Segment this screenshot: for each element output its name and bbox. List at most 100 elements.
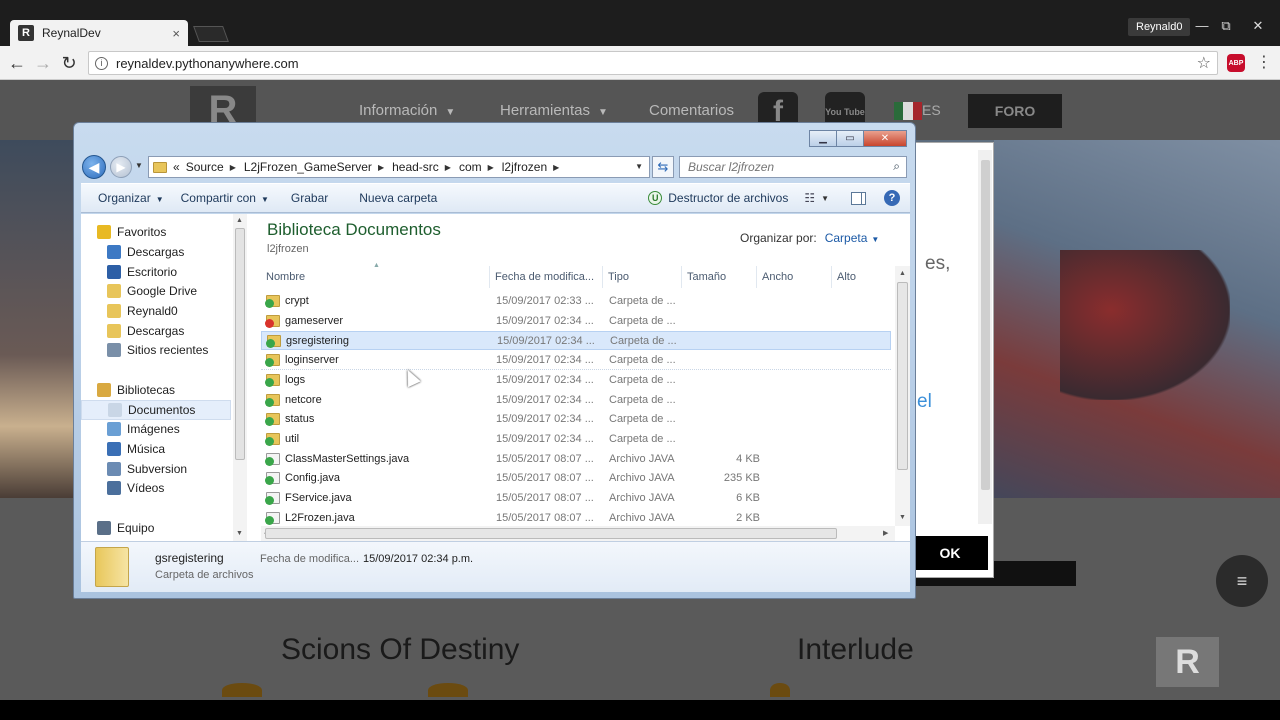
nav-item-desktop[interactable]: Escritorio (81, 262, 231, 282)
explorer-close-icon[interactable]: ✕ (863, 130, 907, 147)
history-dropdown-icon[interactable]: ▼ (135, 161, 143, 170)
file-list-hscrollbar[interactable]: ◀ ▶ (261, 526, 895, 541)
forward-arrow-icon[interactable]: → (32, 53, 54, 73)
hscroll-thumb[interactable] (265, 528, 837, 539)
column-type[interactable]: Tipo (603, 266, 682, 288)
nav-item-computer[interactable]: Equipo (81, 518, 231, 538)
nav-informacion[interactable]: Información ▼ (359, 102, 455, 119)
restore-icon[interactable]: ⧉ (1216, 18, 1236, 34)
info-icon[interactable]: i (95, 56, 108, 70)
burn-button[interactable]: Grabar (291, 191, 328, 205)
nav-item-folder[interactable]: Google Drive (81, 281, 231, 301)
search-icon[interactable]: ⌕ (893, 159, 900, 174)
arrange-by-value[interactable]: Carpeta (825, 231, 868, 245)
nav-item-music[interactable]: Música (81, 439, 231, 459)
folder-row[interactable]: netcore 15/09/2017 02:34 ... Carpeta de ..… (261, 391, 891, 410)
minimize-icon[interactable]: — (1192, 18, 1212, 33)
breadcrumb-gameserver[interactable]: L2jFrozen_GameServer (244, 160, 372, 174)
nav-item-folder[interactable]: Descargas (81, 321, 231, 341)
folder-row[interactable]: gameserver 15/09/2017 02:34 ... Carpeta de… (261, 312, 891, 331)
breadcrumb-separator-icon[interactable]: ▶ (378, 163, 384, 172)
breadcrumb-overflow[interactable]: « (173, 160, 180, 174)
nav-item-recent[interactable]: Sitios recientes (81, 340, 231, 360)
ok-button[interactable]: OK (912, 536, 988, 570)
breadcrumb-separator-icon[interactable]: ▶ (553, 163, 559, 172)
breadcrumb-separator-icon[interactable]: ▶ (488, 163, 494, 172)
dialog-link-fragment[interactable]: el (917, 391, 932, 413)
close-window-icon[interactable]: ✕ (1248, 18, 1268, 34)
file-row[interactable]: L2Frozen.java 15/05/2017 08:07 ... Archivo… (261, 509, 891, 528)
folder-row[interactable]: status 15/09/2017 02:34 ... Carpeta de ... (261, 410, 891, 429)
address-bar[interactable]: i reynaldev.pythonanywhere.com ☆ (88, 51, 1218, 75)
explorer-minimize-icon[interactable]: ▁ (809, 130, 837, 147)
help-icon[interactable]: ? (884, 190, 900, 206)
folder-row[interactable]: logs 15/09/2017 02:34 ... Carpeta de ... (261, 371, 891, 390)
nav-item-library[interactable]: Bibliotecas (81, 380, 231, 400)
browser-tab[interactable]: R ReynalDev × (10, 20, 188, 46)
mexico-flag-icon[interactable] (894, 102, 922, 120)
nav-item-downloads[interactable]: Descargas (81, 242, 231, 262)
file-shredder-button[interactable]: U Destructor de archivos (648, 191, 788, 205)
explorer-back-icon[interactable]: ◀ (82, 155, 106, 179)
breadcrumb-head-src[interactable]: head-src (392, 160, 439, 174)
scroll-right-icon[interactable]: ▶ (883, 529, 888, 537)
nav-scroll-thumb[interactable] (235, 228, 245, 460)
scroll-up-icon[interactable]: ▲ (236, 217, 243, 224)
game-title-scions[interactable]: Scions Of Destiny (281, 633, 519, 667)
scroll-down-icon[interactable]: ▼ (236, 530, 243, 537)
nav-comentarios[interactable]: Comentarios (649, 102, 734, 119)
arrange-by[interactable]: Organizar por: Carpeta ▼ (740, 231, 879, 245)
chat-icon[interactable]: ≡ (1216, 555, 1268, 607)
browser-menu-icon[interactable]: ⋮ (1256, 53, 1272, 73)
column-size[interactable]: Tamaño (682, 266, 757, 288)
game-title-interlude[interactable]: Interlude (797, 633, 914, 667)
adblock-icon[interactable]: ABP (1227, 54, 1245, 72)
dropdown-icon[interactable]: ▼ (871, 235, 879, 244)
preview-pane-icon[interactable] (851, 191, 866, 205)
nav-herramientas[interactable]: Herramientas ▼ (500, 102, 608, 119)
breadcrumb-com[interactable]: com (459, 160, 482, 174)
file-row[interactable]: ClassMasterSettings.java 15/05/2017 08:07… (261, 450, 891, 469)
column-height[interactable]: Alto (832, 266, 894, 288)
nav-item-documents[interactable]: Documentos (81, 400, 231, 420)
explorer-breadcrumb[interactable]: « Source ▶ L2jFrozen_GameServer ▶ head-src… (148, 156, 650, 178)
tab-close-icon[interactable]: × (172, 26, 180, 41)
scroll-down-icon[interactable]: ▼ (899, 514, 906, 521)
nav-item-star[interactable]: Favoritos (81, 222, 231, 242)
column-name[interactable]: Nombre (261, 266, 490, 288)
dialog-scrollbar-thumb[interactable] (981, 160, 990, 490)
address-dropdown-icon[interactable]: ▼ (635, 162, 643, 171)
file-row[interactable]: Config.java 15/05/2017 08:07 ... Archivo J… (261, 469, 891, 488)
refresh-icon[interactable]: ⇆ (652, 156, 674, 178)
folder-row[interactable]: util 15/09/2017 02:34 ... Carpeta de ... (261, 430, 891, 449)
scroll-up-icon[interactable]: ▲ (899, 270, 906, 277)
nav-pane-scrollbar[interactable]: ▲ ▼ (233, 214, 247, 541)
folder-row[interactable]: gsregistering 15/09/2017 02:34 ... Carpeta… (261, 331, 891, 351)
new-folder-button[interactable]: Nueva carpeta (359, 191, 437, 205)
share-with-button[interactable]: Compartir con ▼ (181, 191, 269, 205)
search-input[interactable] (688, 160, 878, 174)
nav-item-folder[interactable]: Reynald0 (81, 301, 231, 321)
file-list-vscrollbar[interactable]: ▲ ▼ (895, 266, 910, 526)
view-dropdown-icon[interactable]: ▼ (821, 194, 829, 203)
column-width[interactable]: Ancho (757, 266, 832, 288)
breadcrumb-separator-icon[interactable]: ▶ (445, 163, 451, 172)
breadcrumb-source[interactable]: Source (186, 160, 224, 174)
column-date[interactable]: Fecha de modifica... (490, 266, 603, 288)
nav-item-svn[interactable]: Subversion (81, 459, 231, 479)
new-tab-button[interactable] (193, 26, 229, 42)
explorer-maximize-icon[interactable]: ▭ (836, 130, 864, 147)
reload-icon[interactable]: ↻ (58, 53, 80, 73)
organize-button[interactable]: Organizar ▼ (98, 191, 164, 205)
back-arrow-icon[interactable]: ← (6, 53, 28, 73)
forum-button[interactable]: FORO (968, 94, 1062, 128)
breadcrumb-l2jfrozen[interactable]: l2jfrozen (502, 160, 547, 174)
change-view-icon[interactable]: ☷ (804, 191, 815, 205)
breadcrumb-separator-icon[interactable]: ▶ (230, 163, 236, 172)
language-selector[interactable]: ES (922, 102, 941, 118)
nav-item-pictures[interactable]: Imágenes (81, 419, 231, 439)
folder-row[interactable]: loginserver 15/09/2017 02:34 ... Carpeta d… (261, 351, 891, 371)
explorer-forward-icon[interactable]: ▶ (110, 156, 132, 178)
nav-item-videos[interactable]: Vídeos (81, 478, 231, 498)
folder-row[interactable]: crypt 15/09/2017 02:33 ... Carpeta de ... (261, 292, 891, 311)
